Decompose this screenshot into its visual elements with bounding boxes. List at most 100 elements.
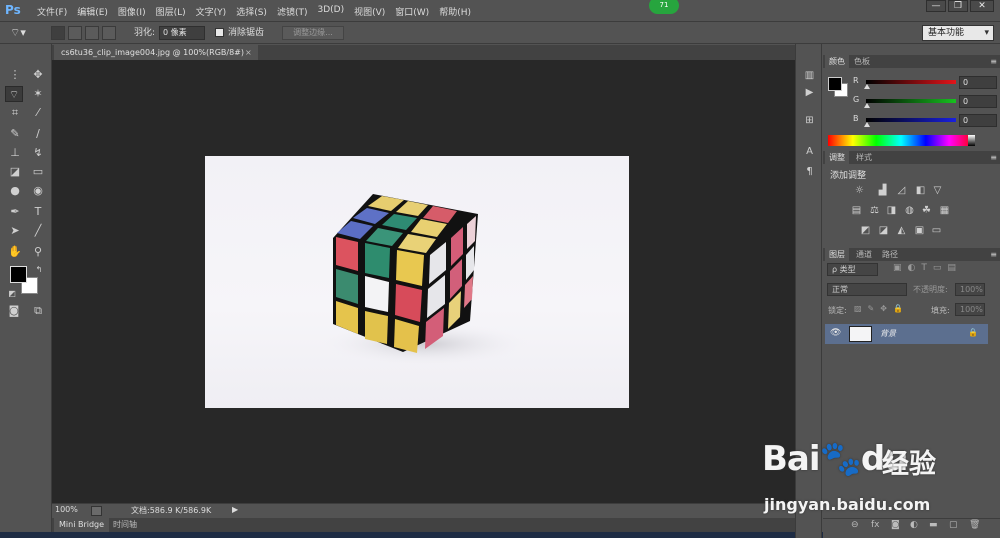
workspace-select[interactable]: 基本功能: [922, 25, 994, 41]
zoom-tool-icon[interactable]: ⚲: [29, 244, 47, 260]
close-button[interactable]: ✕: [970, 0, 994, 12]
tab-paths[interactable]: 路径: [878, 248, 902, 261]
blur-tool-icon[interactable]: ●: [6, 183, 24, 199]
channel-mixer-icon[interactable]: ☘: [920, 205, 933, 217]
document-image[interactable]: [205, 156, 629, 408]
green-value[interactable]: 0: [959, 95, 997, 108]
character-panel-icon[interactable]: A: [802, 145, 817, 159]
status-menu-arrow[interactable]: ▶: [232, 505, 238, 514]
paragraph-panel-icon[interactable]: ¶: [802, 165, 817, 179]
eraser-tool-icon[interactable]: ◪: [6, 164, 24, 180]
marquee-tool-icon[interactable]: ⋮: [6, 67, 24, 83]
move-tool-icon[interactable]: ✥: [29, 67, 47, 83]
feather-input[interactable]: 0 像素: [159, 26, 205, 40]
tab-adjustments[interactable]: 调整: [825, 151, 849, 164]
healing-brush-tool-icon[interactable]: ✎: [6, 126, 24, 142]
color-lookup-icon[interactable]: ▦: [938, 205, 951, 217]
eyedropper-tool-icon[interactable]: ⁄: [29, 105, 47, 121]
photo-filter-icon[interactable]: ◍: [903, 205, 916, 217]
invert-icon[interactable]: ◩: [859, 225, 872, 237]
levels-icon[interactable]: ▟: [876, 185, 889, 197]
red-value[interactable]: 0: [959, 76, 997, 89]
menu-help[interactable]: 帮助(H): [434, 5, 476, 18]
document-tab[interactable]: cs6tu36_clip_image004.jpg @ 100%(RGB/8#): [54, 45, 258, 60]
add-selection-icon[interactable]: [68, 26, 82, 40]
default-colors-icon[interactable]: ◩: [3, 286, 21, 302]
hand-tool-icon[interactable]: ✋: [6, 244, 24, 260]
color-spectrum-grayscale[interactable]: [968, 135, 975, 146]
minimize-button[interactable]: —: [926, 0, 946, 12]
vibrance-icon[interactable]: ▽: [931, 185, 944, 197]
tab-layers[interactable]: 图层: [825, 248, 849, 261]
lock-icons[interactable]: ▨✎✥🔒: [854, 304, 909, 313]
subtract-selection-icon[interactable]: [85, 26, 99, 40]
visibility-eye-icon[interactable]: 👁: [830, 328, 841, 338]
zoom-level[interactable]: 100%: [55, 505, 78, 514]
green-track[interactable]: [866, 99, 956, 103]
menu-view[interactable]: 视图(V): [349, 5, 390, 18]
tab-swatches[interactable]: 色板: [850, 55, 874, 68]
menu-type[interactable]: 文字(Y): [191, 5, 232, 18]
panel-menu-icon[interactable]: ≡: [990, 151, 997, 164]
polygonal-lasso-preset-icon[interactable]: ⌔▾: [10, 26, 26, 40]
layer-row-background[interactable]: 👁 背景 🔒: [825, 324, 988, 344]
notification-badge[interactable]: 71: [649, 0, 679, 14]
green-thumb[interactable]: [864, 103, 870, 108]
close-document-icon[interactable]: ×: [245, 45, 252, 60]
selective-color-icon[interactable]: ▣: [913, 225, 926, 237]
menu-window[interactable]: 窗口(W): [390, 5, 434, 18]
color-spectrum[interactable]: [828, 135, 974, 146]
panel-menu-icon[interactable]: ≡: [990, 55, 997, 68]
antialias-checkbox[interactable]: [215, 28, 224, 37]
canvas-area[interactable]: [52, 60, 795, 503]
crop-tool-icon[interactable]: ⌗: [6, 105, 24, 121]
opacity-input[interactable]: 100%: [955, 283, 985, 296]
exposure-icon[interactable]: ◧: [914, 185, 927, 197]
dodge-tool-icon[interactable]: ◉: [29, 183, 47, 199]
menu-filter[interactable]: 滤镜(T): [272, 5, 313, 18]
panel-menu-icon[interactable]: ≡: [990, 248, 997, 261]
black-white-icon[interactable]: ◨: [885, 205, 898, 217]
clone-stamp-tool-icon[interactable]: ⊥: [6, 145, 24, 161]
menu-3d[interactable]: 3D(D): [312, 5, 349, 18]
quick-mask-icon[interactable]: ◙: [5, 303, 23, 319]
actions-panel-icon[interactable]: ▶: [802, 86, 817, 100]
history-brush-tool-icon[interactable]: ↯: [29, 145, 47, 161]
new-selection-icon[interactable]: [51, 26, 65, 40]
lasso-tool-icon[interactable]: ⌔: [5, 86, 23, 102]
status-icon[interactable]: [91, 506, 102, 516]
hue-saturation-icon[interactable]: ▤: [850, 205, 863, 217]
swap-colors-icon[interactable]: ↰: [30, 262, 48, 278]
posterize-icon[interactable]: ◪: [877, 225, 890, 237]
color-balance-icon[interactable]: ⚖: [868, 205, 881, 217]
magic-wand-tool-icon[interactable]: ✶: [29, 86, 47, 102]
brush-tool-icon[interactable]: ∕: [29, 126, 47, 142]
screen-mode-icon[interactable]: ⧉: [29, 303, 47, 319]
properties-panel-icon[interactable]: ⊞: [802, 114, 817, 128]
pen-tool-icon[interactable]: ✒: [6, 204, 24, 220]
layer-filter-icons[interactable]: ▣◐T▭▤: [893, 263, 962, 273]
path-selection-tool-icon[interactable]: ➤: [6, 223, 24, 239]
foreground-color-swatch[interactable]: [10, 266, 27, 283]
green-slider[interactable]: G 0: [853, 95, 997, 109]
brightness-contrast-icon[interactable]: ☼: [853, 185, 866, 197]
menu-layer[interactable]: 图层(L): [151, 5, 191, 18]
red-track[interactable]: [866, 80, 956, 84]
menu-file[interactable]: 文件(F): [32, 5, 72, 18]
tab-timeline[interactable]: 时间轴: [108, 518, 142, 532]
history-panel-icon[interactable]: ▥: [802, 69, 817, 83]
gradient-tool-icon[interactable]: ▭: [29, 164, 47, 180]
color-panel-fg-swatch[interactable]: [828, 77, 842, 91]
line-tool-icon[interactable]: ╱: [29, 223, 47, 239]
red-slider[interactable]: R 0: [853, 76, 997, 90]
gradient-map-icon[interactable]: ▭: [930, 225, 943, 237]
blue-track[interactable]: [866, 118, 956, 122]
tab-channels[interactable]: 通道: [852, 248, 876, 261]
threshold-icon[interactable]: ◭: [895, 225, 908, 237]
restore-button[interactable]: ❐: [948, 0, 968, 12]
tab-color[interactable]: 颜色: [825, 55, 849, 68]
refine-edge-button[interactable]: 调整边缘...: [282, 26, 344, 40]
intersect-selection-icon[interactable]: [102, 26, 116, 40]
menu-image[interactable]: 图像(I): [113, 5, 151, 18]
tab-styles[interactable]: 样式: [852, 151, 876, 164]
